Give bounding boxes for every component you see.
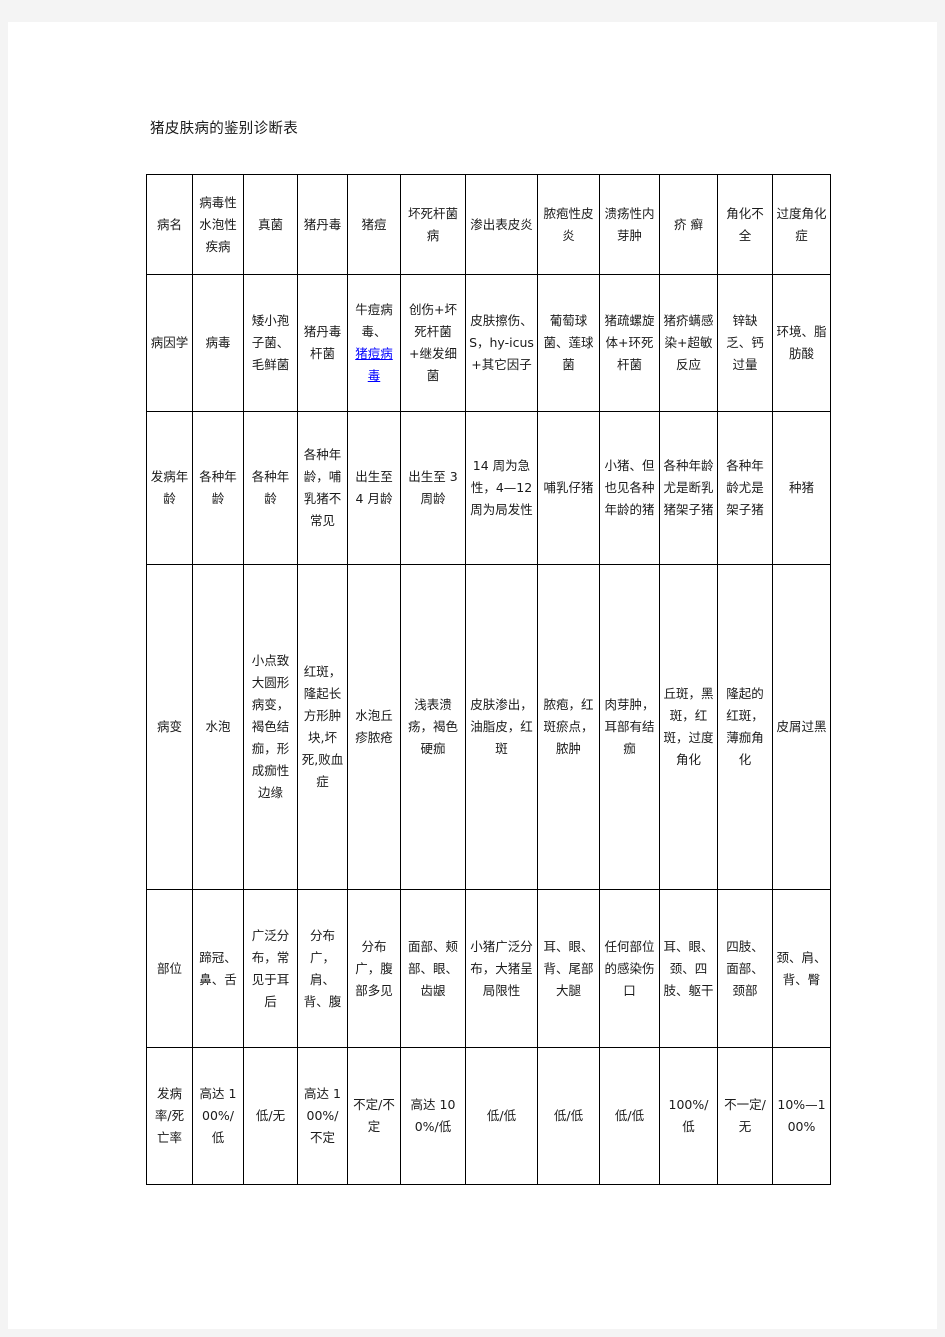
cell-etiology-vesicular-viral: 病毒 [192,274,244,412]
cell-site-erysipelas: 分布广，肩、背、腹 [297,889,348,1048]
cell-lesion-exudative-epidermitis: 皮肤渗出，油脂皮，红斑 [465,564,538,890]
cell-etiology-parakeratosis: 锌缺乏、钙过量 [717,274,773,412]
cell-site-necrobacillosis: 面部、颊部、眼、齿龈 [400,889,466,1048]
column-header-fungal: 真菌 [243,174,298,275]
column-header-exudative-epidermitis: 渗出表皮炎 [465,174,538,275]
cell-rate-mange: 100%/低 [659,1047,718,1185]
column-header-disease-name: 病名 [146,174,193,275]
cell-etiology-swinepox-text: 牛痘病毒、 [355,302,393,339]
cell-age-pustular-dermatitis: 哺乳仔猪 [537,411,600,565]
column-header-swinepox: 猪痘 [347,174,401,275]
table-row-lesions: 病变 水泡 小点致大圆形病变，褐色结痂，形成痂性边缘 红斑，隆起长方形肿块,坏死… [146,564,831,890]
cell-lesion-mange: 丘斑，黑斑，红斑，过度角化 [659,564,718,890]
cell-rate-parakeratosis: 不一定/无 [717,1047,773,1185]
table-row-etiology: 病因学 病毒 矮小孢子菌、毛鲜菌 猪丹毒杆菌 牛痘病毒、猪痘病毒 创伤+坏死杆菌… [146,274,831,412]
cell-site-hyperkeratosis: 颈、肩、背、臀 [772,889,831,1048]
cell-rate-swinepox: 不定/不定 [347,1047,401,1185]
page-title: 猪皮肤病的鉴别诊断表 [150,121,298,137]
column-header-erysipelas: 猪丹毒 [297,174,348,275]
cell-rate-vesicular-viral: 高达 100%/低 [192,1047,244,1185]
cell-site-pustular-dermatitis: 耳、眼、背、尾部大腿 [537,889,600,1048]
cell-age-swinepox: 出生至 4 月龄 [347,411,401,565]
cell-site-vesicular-viral: 蹄冠、鼻、舌 [192,889,244,1048]
table-row-age-of-onset: 发病年龄 各种年龄 各种年龄 各种年龄，哺乳猪不常见 出生至 4 月龄 出生至 … [146,411,831,565]
cell-etiology-necrobacillosis: 创伤+坏死杆菌+继发细菌 [400,274,466,412]
cell-age-fungal: 各种年龄 [243,411,298,565]
row-header-etiology: 病因学 [146,274,193,412]
cell-site-fungal: 广泛分布，常见于耳后 [243,889,298,1048]
cell-lesion-erysipelas: 红斑，隆起长方形肿块,坏死,败血症 [297,564,348,890]
column-header-ulcerative-granuloma: 溃疡性内芽肿 [599,174,660,275]
row-header-morbidity-mortality: 发病率/死亡率 [146,1047,193,1185]
cell-etiology-fungal: 矮小孢子菌、毛鲜菌 [243,274,298,412]
cell-lesion-parakeratosis: 隆起的红斑，薄痂角化 [717,564,773,890]
column-header-pustular-dermatitis: 脓疱性皮炎 [537,174,600,275]
cell-age-exudative-epidermitis: 14 周为急性，4—12 周为局发性 [465,411,538,565]
cell-age-ulcerative-granuloma: 小猪、但也见各种年龄的猪 [599,411,660,565]
cell-etiology-mange: 猪疥螨感染+超敏反应 [659,274,718,412]
cell-lesion-vesicular-viral: 水泡 [192,564,244,890]
cell-rate-pustular-dermatitis: 低/低 [537,1047,600,1185]
cell-site-parakeratosis: 四肢、面部、颈部 [717,889,773,1048]
cell-etiology-ulcerative-granuloma: 猪疏螺旋体+环死杆菌 [599,274,660,412]
table-row-morbidity-mortality: 发病率/死亡率 高达 100%/低 低/无 高达 100%/不定 不定/不定 高… [146,1047,831,1185]
cell-rate-hyperkeratosis: 10%—100% [772,1047,831,1185]
differential-diagnosis-table: 病名 病毒性水泡性疾病 真菌 猪丹毒 猪痘 坏死杆菌病 渗出表皮炎 脓疱性皮炎 … [146,174,831,1185]
cell-age-hyperkeratosis: 种猪 [772,411,831,565]
row-header-lesions: 病变 [146,564,193,890]
cell-rate-ulcerative-granuloma: 低/低 [599,1047,660,1185]
differential-diagnosis-table-wrapper: 病名 病毒性水泡性疾病 真菌 猪丹毒 猪痘 坏死杆菌病 渗出表皮炎 脓疱性皮炎 … [146,174,831,1185]
row-header-age-of-onset: 发病年龄 [146,411,193,565]
column-header-necrobacillosis: 坏死杆菌病 [400,174,466,275]
cell-site-ulcerative-granuloma: 任何部位的感染伤口 [599,889,660,1048]
table-row-site: 部位 蹄冠、鼻、舌 广泛分布，常见于耳后 分布广，肩、背、腹 分布广，腹部多见 … [146,889,831,1048]
cell-lesion-pustular-dermatitis: 脓疱，红斑瘀点，脓肿 [537,564,600,890]
cell-lesion-swinepox: 水泡丘疹脓疮 [347,564,401,890]
cell-rate-erysipelas: 高达 100%/不定 [297,1047,348,1185]
cell-age-erysipelas: 各种年龄，哺乳猪不常见 [297,411,348,565]
cell-lesion-hyperkeratosis: 皮屑过黑 [772,564,831,890]
column-header-vesicular-viral: 病毒性水泡性疾病 [192,174,244,275]
cell-age-necrobacillosis: 出生至 3 周龄 [400,411,466,565]
row-header-site: 部位 [146,889,193,1048]
column-header-hyperkeratosis: 过度角化症 [772,174,831,275]
cell-etiology-exudative-epidermitis: 皮肤擦伤、S，hy-icus+其它因子 [465,274,538,412]
cell-rate-fungal: 低/无 [243,1047,298,1185]
cell-age-parakeratosis: 各种年龄尤是架子猪 [717,411,773,565]
swinepox-virus-link[interactable]: 猪痘病毒 [355,346,393,383]
cell-age-mange: 各种年龄尤是断乳猪架子猪 [659,411,718,565]
cell-rate-exudative-epidermitis: 低/低 [465,1047,538,1185]
cell-etiology-hyperkeratosis: 环境、脂肪酸 [772,274,831,412]
table-header-row: 病名 病毒性水泡性疾病 真菌 猪丹毒 猪痘 坏死杆菌病 渗出表皮炎 脓疱性皮炎 … [146,174,831,275]
cell-age-vesicular-viral: 各种年龄 [192,411,244,565]
cell-rate-necrobacillosis: 高达 100%/低 [400,1047,466,1185]
cell-lesion-fungal: 小点致大圆形病变，褐色结痂，形成痂性边缘 [243,564,298,890]
cell-site-mange: 耳、眼、颈、四肢、躯干 [659,889,718,1048]
column-header-parakeratosis: 角化不全 [717,174,773,275]
document-page: 猪皮肤病的鉴别诊断表 病名 病毒性水泡性疾病 真菌 猪丹毒 猪痘 坏死杆菌病 渗… [8,22,937,1329]
cell-lesion-ulcerative-granuloma: 肉芽肿，耳部有结痂 [599,564,660,890]
cell-lesion-necrobacillosis: 浅表溃疡，褐色硬痂 [400,564,466,890]
cell-etiology-pustular-dermatitis: 葡萄球菌、莲球菌 [537,274,600,412]
column-header-mange: 疥 癣 [659,174,718,275]
cell-site-swinepox: 分布广，腹部多见 [347,889,401,1048]
cell-etiology-erysipelas: 猪丹毒杆菌 [297,274,348,412]
cell-etiology-swinepox: 牛痘病毒、 猪痘病毒 [347,274,401,412]
cell-site-exudative-epidermitis: 小猪广泛分布，大猪呈局限性 [465,889,538,1048]
